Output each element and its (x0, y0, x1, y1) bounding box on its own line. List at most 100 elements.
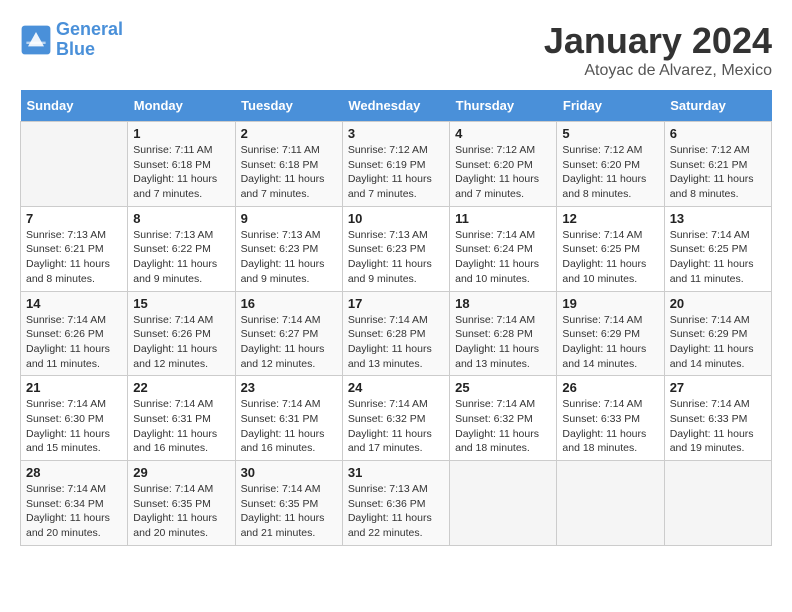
day-info: Sunrise: 7:13 AMSunset: 6:22 PMDaylight:… (133, 228, 229, 287)
day-cell: 18 Sunrise: 7:14 AMSunset: 6:28 PMDayligh… (450, 291, 557, 376)
day-number: 26 (562, 380, 658, 395)
day-info: Sunrise: 7:13 AMSunset: 6:21 PMDaylight:… (26, 228, 122, 287)
day-number: 15 (133, 296, 229, 311)
day-number: 14 (26, 296, 122, 311)
day-number: 5 (562, 126, 658, 141)
day-info: Sunrise: 7:14 AMSunset: 6:24 PMDaylight:… (455, 228, 551, 287)
day-cell: 23 Sunrise: 7:14 AMSunset: 6:31 PMDayligh… (235, 376, 342, 461)
week-row-3: 14 Sunrise: 7:14 AMSunset: 6:26 PMDayligh… (21, 291, 772, 376)
logo-line1: General (56, 19, 123, 39)
day-cell: 5 Sunrise: 7:12 AMSunset: 6:20 PMDaylight… (557, 122, 664, 207)
page-header: General Blue January 2024 Atoyac de Alva… (20, 20, 772, 80)
day-number: 18 (455, 296, 551, 311)
location: Atoyac de Alvarez, Mexico (544, 62, 772, 80)
week-row-5: 28Sunrise: 7:14 AMSunset: 6:34 PMDayligh… (21, 461, 772, 546)
day-number: 7 (26, 211, 122, 226)
day-number: 22 (133, 380, 229, 395)
day-info: Sunrise: 7:14 AMSunset: 6:28 PMDaylight:… (348, 313, 444, 372)
day-number: 10 (348, 211, 444, 226)
day-cell: 1Sunrise: 7:11 AMSunset: 6:18 PMDaylight… (128, 122, 235, 207)
day-cell: 12 Sunrise: 7:14 AMSunset: 6:25 PMDayligh… (557, 206, 664, 291)
day-info: Sunrise: 7:14 AMSunset: 6:32 PMDaylight:… (455, 397, 551, 456)
day-cell: 2 Sunrise: 7:11 AMSunset: 6:18 PMDaylight… (235, 122, 342, 207)
day-cell (664, 461, 771, 546)
day-info: Sunrise: 7:14 AMSunset: 6:29 PMDaylight:… (670, 313, 766, 372)
day-cell: 29Sunrise: 7:14 AMSunset: 6:35 PMDayligh… (128, 461, 235, 546)
title-section: January 2024 Atoyac de Alvarez, Mexico (544, 20, 772, 80)
day-cell (450, 461, 557, 546)
day-number: 21 (26, 380, 122, 395)
day-info: Sunrise: 7:13 AMSunset: 6:23 PMDaylight:… (348, 228, 444, 287)
day-info: Sunrise: 7:12 AMSunset: 6:20 PMDaylight:… (562, 143, 658, 202)
column-header-wednesday: Wednesday (342, 90, 449, 122)
day-info: Sunrise: 7:14 AMSunset: 6:35 PMDaylight:… (241, 482, 337, 541)
day-cell: 30 Sunrise: 7:14 AMSunset: 6:35 PMDayligh… (235, 461, 342, 546)
day-number: 8 (133, 211, 229, 226)
day-cell: 27Sunrise: 7:14 AMSunset: 6:33 PMDayligh… (664, 376, 771, 461)
logo-text: General Blue (56, 20, 123, 60)
logo-line2: Blue (56, 39, 95, 59)
day-cell: 6Sunrise: 7:12 AMSunset: 6:21 PMDaylight… (664, 122, 771, 207)
day-info: Sunrise: 7:14 AMSunset: 6:32 PMDaylight:… (348, 397, 444, 456)
day-info: Sunrise: 7:14 AMSunset: 6:25 PMDaylight:… (562, 228, 658, 287)
day-info: Sunrise: 7:13 AMSunset: 6:36 PMDaylight:… (348, 482, 444, 541)
day-cell (21, 122, 128, 207)
day-cell: 13 Sunrise: 7:14 AMSunset: 6:25 PMDayligh… (664, 206, 771, 291)
day-cell: 25 Sunrise: 7:14 AMSunset: 6:32 PMDayligh… (450, 376, 557, 461)
column-header-friday: Friday (557, 90, 664, 122)
day-info: Sunrise: 7:12 AMSunset: 6:21 PMDaylight:… (670, 143, 766, 202)
day-cell: 20 Sunrise: 7:14 AMSunset: 6:29 PMDayligh… (664, 291, 771, 376)
day-cell: 16 Sunrise: 7:14 AMSunset: 6:27 PMDayligh… (235, 291, 342, 376)
day-cell: 17 Sunrise: 7:14 AMSunset: 6:28 PMDayligh… (342, 291, 449, 376)
day-number: 27 (670, 380, 766, 395)
day-info: Sunrise: 7:14 AMSunset: 6:35 PMDaylight:… (133, 482, 229, 541)
day-number: 11 (455, 211, 551, 226)
day-number: 12 (562, 211, 658, 226)
day-number: 13 (670, 211, 766, 226)
day-info: Sunrise: 7:14 AMSunset: 6:34 PMDaylight:… (26, 482, 122, 541)
week-row-2: 7 Sunrise: 7:13 AMSunset: 6:21 PMDaylight… (21, 206, 772, 291)
day-number: 31 (348, 465, 444, 480)
day-number: 19 (562, 296, 658, 311)
day-number: 20 (670, 296, 766, 311)
day-info: Sunrise: 7:13 AMSunset: 6:23 PMDaylight:… (241, 228, 337, 287)
day-info: Sunrise: 7:14 AMSunset: 6:31 PMDaylight:… (241, 397, 337, 456)
day-cell: 3 Sunrise: 7:12 AMSunset: 6:19 PMDaylight… (342, 122, 449, 207)
day-number: 9 (241, 211, 337, 226)
day-number: 17 (348, 296, 444, 311)
day-cell: 22Sunrise: 7:14 AMSunset: 6:31 PMDayligh… (128, 376, 235, 461)
day-info: Sunrise: 7:14 AMSunset: 6:25 PMDaylight:… (670, 228, 766, 287)
day-number: 3 (348, 126, 444, 141)
day-info: Sunrise: 7:14 AMSunset: 6:28 PMDaylight:… (455, 313, 551, 372)
day-number: 24 (348, 380, 444, 395)
day-cell: 8 Sunrise: 7:13 AMSunset: 6:22 PMDaylight… (128, 206, 235, 291)
day-number: 30 (241, 465, 337, 480)
day-cell: 21Sunrise: 7:14 AMSunset: 6:30 PMDayligh… (21, 376, 128, 461)
day-cell: 7 Sunrise: 7:13 AMSunset: 6:21 PMDaylight… (21, 206, 128, 291)
day-cell: 10 Sunrise: 7:13 AMSunset: 6:23 PMDayligh… (342, 206, 449, 291)
day-cell: 31 Sunrise: 7:13 AMSunset: 6:36 PMDayligh… (342, 461, 449, 546)
day-cell: 24 Sunrise: 7:14 AMSunset: 6:32 PMDayligh… (342, 376, 449, 461)
day-number: 16 (241, 296, 337, 311)
day-number: 1 (133, 126, 229, 141)
day-number: 4 (455, 126, 551, 141)
column-header-monday: Monday (128, 90, 235, 122)
day-cell: 26 Sunrise: 7:14 AMSunset: 6:33 PMDayligh… (557, 376, 664, 461)
column-header-sunday: Sunday (21, 90, 128, 122)
day-number: 25 (455, 380, 551, 395)
day-info: Sunrise: 7:11 AMSunset: 6:18 PMDaylight:… (241, 143, 337, 202)
calendar-table: SundayMondayTuesdayWednesdayThursdayFrid… (20, 90, 772, 546)
day-info: Sunrise: 7:12 AMSunset: 6:20 PMDaylight:… (455, 143, 551, 202)
logo-icon (20, 24, 52, 56)
day-info: Sunrise: 7:14 AMSunset: 6:33 PMDaylight:… (562, 397, 658, 456)
day-number: 2 (241, 126, 337, 141)
day-number: 23 (241, 380, 337, 395)
day-info: Sunrise: 7:12 AMSunset: 6:19 PMDaylight:… (348, 143, 444, 202)
day-info: Sunrise: 7:14 AMSunset: 6:26 PMDaylight:… (26, 313, 122, 372)
column-header-thursday: Thursday (450, 90, 557, 122)
calendar-header-row: SundayMondayTuesdayWednesdayThursdayFrid… (21, 90, 772, 122)
day-cell: 14 Sunrise: 7:14 AMSunset: 6:26 PMDayligh… (21, 291, 128, 376)
day-cell (557, 461, 664, 546)
day-cell: 11 Sunrise: 7:14 AMSunset: 6:24 PMDayligh… (450, 206, 557, 291)
day-info: Sunrise: 7:14 AMSunset: 6:27 PMDaylight:… (241, 313, 337, 372)
